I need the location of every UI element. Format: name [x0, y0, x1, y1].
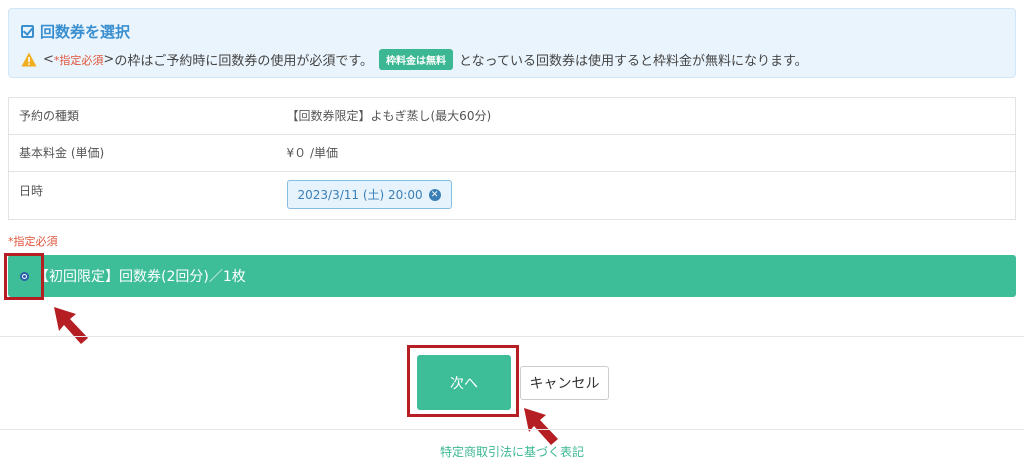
- radio-highlight-box: [4, 253, 44, 300]
- table-row: 日時 2023/3/11 (土) 20:00 ✕: [8, 171, 1016, 220]
- remove-datetime-icon[interactable]: ✕: [428, 188, 441, 201]
- notice-text-before: の枠はご予約時に回数券の使用が必須です。: [114, 54, 374, 69]
- row-value: ¥０ /単価: [276, 134, 1016, 172]
- checkbox-icon: [21, 25, 34, 38]
- datetime-chip: 2023/3/11 (土) 20:00 ✕: [286, 180, 452, 209]
- table-row: 基本料金 (単価) ¥０ /単価: [8, 134, 1016, 172]
- reservation-info-table: 予約の種類 【回数券限定】よもぎ蒸し(最大60分) 基本料金 (単価) ¥０ /…: [8, 97, 1016, 220]
- datetime-text: 2023/3/11 (土) 20:00: [297, 188, 423, 202]
- row-label: 予約の種類: [19, 109, 80, 123]
- legal-notice-link[interactable]: 特定商取引法に基づく表記: [0, 443, 1024, 460]
- cancel-button[interactable]: キャンセル: [520, 366, 609, 400]
- row-label: 日時: [8, 171, 277, 220]
- notice-message: < *指定必須 > の枠はご予約時に回数券の使用が必須です。 枠料金は無料 とな…: [21, 49, 808, 70]
- notice-text-after: となっている回数券は使用すると枠料金が無料になります。: [459, 54, 808, 69]
- ticket-label: 【初回限定】回数券(2回分)／1枚: [35, 269, 246, 285]
- notice-title: 回数券を選択: [21, 21, 130, 42]
- table-row: 予約の種類 【回数券限定】よもぎ蒸し(最大60分): [9, 98, 1016, 135]
- divider: [0, 429, 1024, 430]
- annotation-arrow-icon: [524, 408, 558, 445]
- required-label: *指定必須: [8, 235, 58, 248]
- row-value: 2023/3/11 (土) 20:00 ✕: [276, 171, 1016, 220]
- next-highlight-box: [407, 345, 519, 417]
- row-label: 基本料金 (単価): [8, 134, 277, 172]
- warning-icon: [21, 52, 37, 67]
- annotation-arrow-icon: [54, 307, 88, 344]
- gt-bracket: >: [103, 52, 115, 67]
- row-value: 【回数券限定】よもぎ蒸し(最大60分): [286, 109, 492, 123]
- lt-bracket: <: [43, 52, 54, 67]
- ticket-notice-panel: 回数券を選択 < *指定必須 > の枠はご予約時に回数券の使用が必須です。 枠料…: [8, 8, 1016, 78]
- divider: [0, 336, 1024, 337]
- free-fee-badge: 枠料金は無料: [379, 49, 454, 70]
- notice-title-text: 回数券を選択: [40, 23, 131, 41]
- ticket-option[interactable]: 【初回限定】回数券(2回分)／1枚: [8, 255, 1016, 297]
- required-tag: *指定必須: [53, 53, 104, 67]
